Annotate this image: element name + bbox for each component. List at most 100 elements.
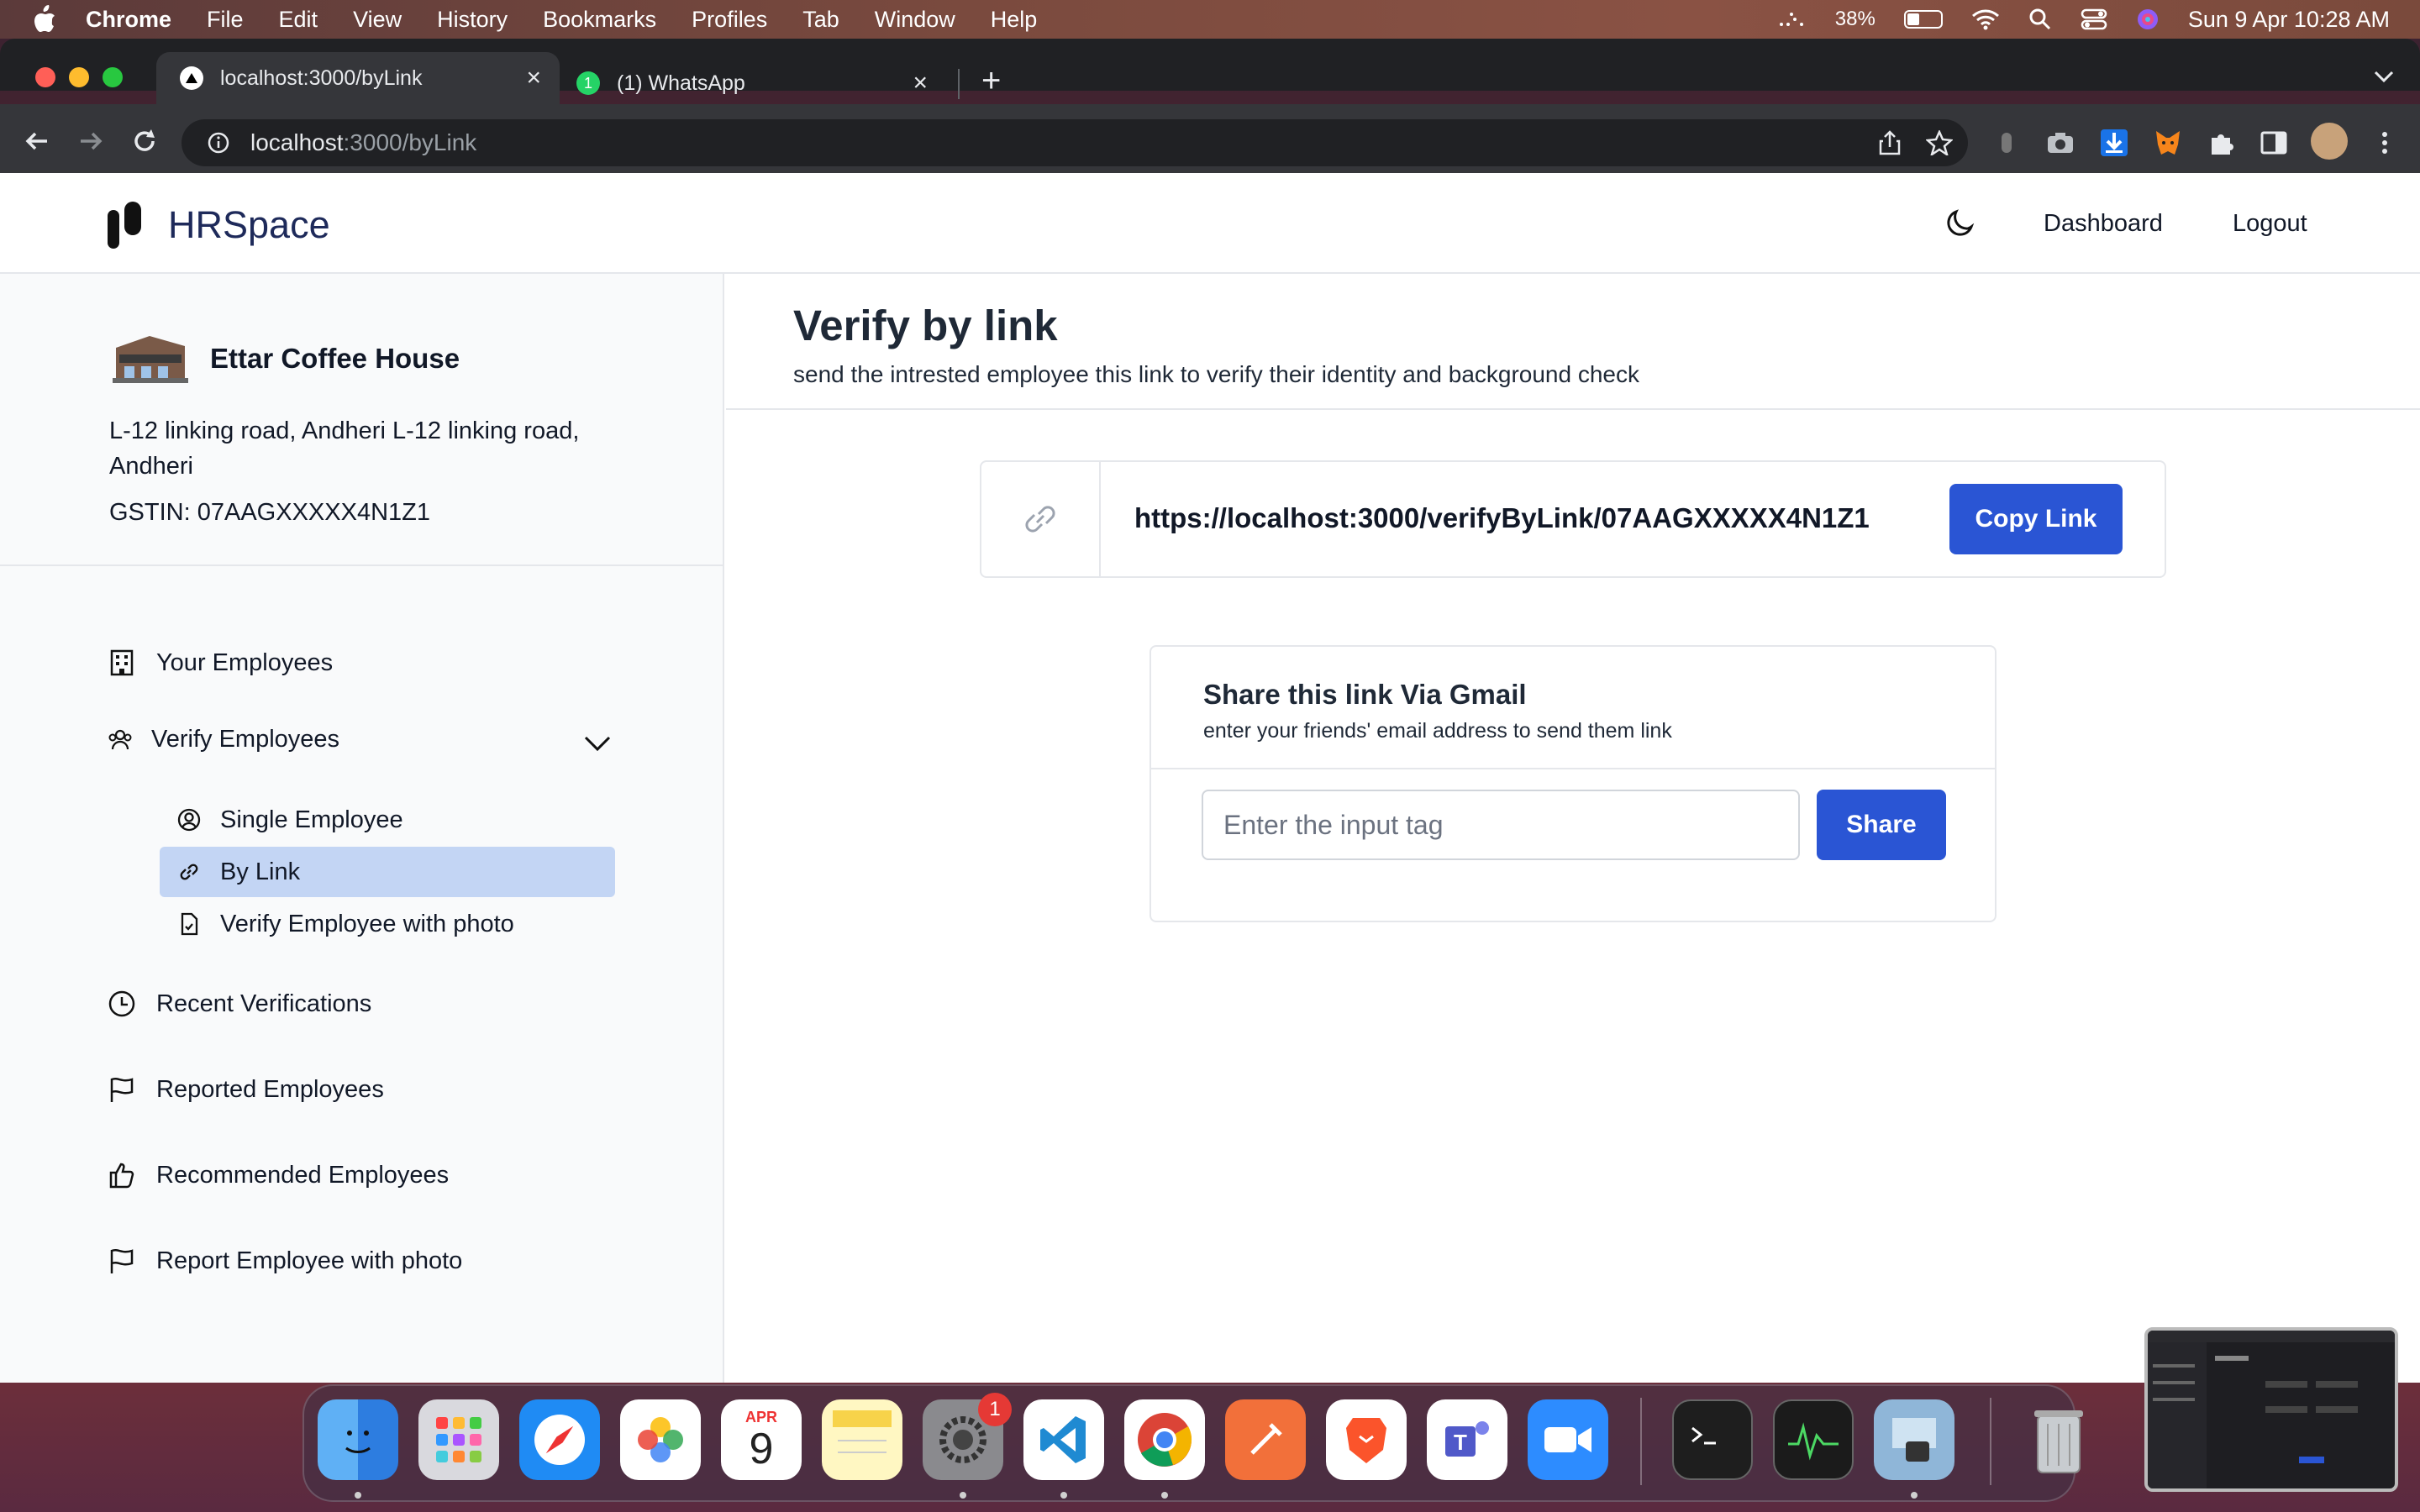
menu-help[interactable]: Help	[991, 7, 1038, 33]
menu-view[interactable]: View	[353, 7, 402, 33]
business-name: Ettar Coffee House	[210, 343, 460, 374]
chevron-down-icon[interactable]	[583, 734, 612, 753]
sidebar-item-label: Verify Employees	[151, 726, 340, 753]
minimize-window-button[interactable]	[69, 67, 89, 87]
trash-icon[interactable]	[2018, 1399, 2099, 1480]
battery-icon[interactable]	[1903, 10, 1943, 29]
screenshot-preview-thumbnail[interactable]	[2144, 1327, 2398, 1492]
close-window-button[interactable]	[35, 67, 55, 87]
sidebar-item-your-employees[interactable]: Your Employees	[108, 648, 333, 677]
wifi-icon[interactable]	[1971, 8, 2000, 30]
copy-link-button[interactable]: Copy Link	[1949, 484, 2123, 554]
brave-lion-icon[interactable]	[1326, 1399, 1407, 1480]
dock-running-indicator	[1911, 1492, 1918, 1499]
dashboard-link[interactable]: Dashboard	[2044, 210, 2163, 238]
launchpad-icon[interactable]	[418, 1399, 499, 1480]
menu-edit[interactable]: Edit	[279, 7, 318, 33]
siri-icon[interactable]	[2136, 8, 2160, 31]
side-panel-icon[interactable]	[2259, 128, 2289, 158]
sidebar-item-report-employee-photo[interactable]: Report Employee with photo	[108, 1247, 462, 1275]
moon-theme-toggle-icon[interactable]	[1943, 207, 1976, 240]
web-page: HRSpace Dashboard Logout Ettar Coffee Ho…	[0, 173, 2420, 1383]
terminal-icon[interactable]	[1672, 1399, 1753, 1480]
menu-app-name[interactable]: Chrome	[86, 7, 171, 33]
spotlight-search-icon[interactable]	[2028, 8, 2052, 31]
close-icon[interactable]: ×	[526, 64, 541, 92]
chevron-down-icon[interactable]	[2373, 69, 2395, 84]
share-page-icon[interactable]	[1879, 130, 1901, 155]
postman-icon[interactable]	[1225, 1399, 1306, 1480]
reload-icon[interactable]	[129, 126, 160, 156]
sidebar-subitem-label: Verify Employee with photo	[220, 910, 514, 937]
clock-icon	[108, 990, 135, 1017]
more-vertical-icon[interactable]	[2370, 128, 2400, 158]
menu-history[interactable]: History	[437, 7, 508, 33]
users-group-icon	[108, 729, 132, 749]
user-circle-icon	[177, 808, 201, 832]
focus-dots-icon[interactable]	[1776, 9, 1807, 29]
sidebar-subitem-by-link[interactable]: By Link	[160, 847, 615, 897]
brand-name[interactable]: HRSpace	[168, 203, 330, 247]
close-icon[interactable]: ×	[913, 69, 928, 97]
vscode-icon[interactable]	[1023, 1399, 1104, 1480]
metamask-fox-icon[interactable]	[2153, 128, 2183, 158]
menu-window[interactable]: Window	[875, 7, 955, 33]
verify-link-url[interactable]: https://localhost:3000/verifyByLink/07AA…	[1134, 502, 1870, 534]
activity-monitor-icon[interactable]	[1773, 1399, 1854, 1480]
preview-photos-icon[interactable]	[1874, 1399, 1954, 1480]
calendar-day: 9	[749, 1424, 774, 1473]
bookmark-star-icon[interactable]	[1926, 130, 1953, 155]
menu-bookmarks[interactable]: Bookmarks	[543, 7, 656, 33]
maximize-window-button[interactable]	[103, 67, 123, 87]
apple-icon[interactable]	[32, 5, 57, 34]
chrome-icon[interactable]	[1124, 1399, 1205, 1480]
logout-link[interactable]: Logout	[2233, 210, 2307, 238]
camera-extension-icon[interactable]	[2045, 128, 2075, 158]
email-input[interactable]	[1202, 790, 1800, 860]
forward-arrow-icon[interactable]	[76, 126, 106, 156]
share-via-gmail-card: Share this link Via Gmail enter your fri…	[1150, 645, 1996, 922]
date-time[interactable]: Sun 9 Apr 10:28 AM	[2188, 7, 2390, 33]
url-host: localhost	[250, 129, 344, 155]
sidebar-item-label: Your Employees	[156, 648, 334, 676]
finder-icon[interactable]	[318, 1399, 398, 1480]
menu-file[interactable]: File	[207, 7, 244, 33]
safari-compass-icon[interactable]	[519, 1399, 600, 1480]
vercel-triangle-icon	[180, 66, 203, 90]
address-bar[interactable]: localhost:3000/byLink	[182, 119, 1968, 166]
sidebar-item-reported-employees[interactable]: Reported Employees	[108, 1075, 384, 1104]
new-tab-plus-icon[interactable]: +	[981, 62, 1001, 100]
calendar-icon[interactable]: APR 9	[721, 1399, 802, 1480]
tab-localhost-bylink[interactable]: localhost:3000/byLink ×	[156, 52, 560, 104]
page-title: Verify by link	[793, 302, 1058, 349]
menu-profiles[interactable]: Profiles	[692, 7, 767, 33]
puzzle-extensions-icon[interactable]	[2207, 128, 2237, 158]
link-icon	[1025, 506, 1055, 533]
share-button[interactable]: Share	[1817, 790, 1946, 860]
sidebar-subitem-single-employee[interactable]: Single Employee	[160, 795, 615, 845]
share-card-subtitle: enter your friends' email address to sen…	[1203, 719, 1672, 743]
flag-icon	[110, 1249, 134, 1273]
profile-avatar[interactable]	[2311, 123, 2348, 160]
url-path: :3000/byLink	[343, 129, 477, 155]
notes-icon[interactable]	[822, 1399, 902, 1480]
back-arrow-icon[interactable]	[22, 126, 52, 156]
business-gstin: GSTIN: 07AAGXXXXX4N1Z1	[109, 499, 430, 526]
sidebar-item-verify-employees[interactable]: Verify Employees	[108, 726, 339, 753]
teams-icon[interactable]: T	[1427, 1399, 1507, 1480]
building-icon	[110, 649, 134, 676]
sidebar-subitem-verify-with-photo[interactable]: Verify Employee with photo	[160, 899, 615, 949]
extension-gray-icon[interactable]	[1991, 128, 2022, 158]
tab-whatsapp[interactable]: 1 (1) WhatsApp ×	[576, 62, 946, 104]
app-header: HRSpace Dashboard Logout	[0, 173, 2420, 274]
flag-icon	[110, 1078, 134, 1102]
site-info-icon[interactable]	[207, 131, 230, 155]
sidebar-item-recent-verifications[interactable]: Recent Verifications	[108, 990, 371, 1018]
control-center-icon[interactable]	[2081, 8, 2107, 31]
zoom-camera-icon[interactable]	[1528, 1399, 1608, 1480]
sidebar-item-recommended-employees[interactable]: Recommended Employees	[108, 1161, 449, 1189]
hrspace-logo-icon[interactable]	[108, 202, 143, 249]
download-extension-icon[interactable]	[2099, 128, 2129, 158]
menu-tab[interactable]: Tab	[802, 7, 839, 33]
photos-flower-icon[interactable]	[620, 1399, 701, 1480]
